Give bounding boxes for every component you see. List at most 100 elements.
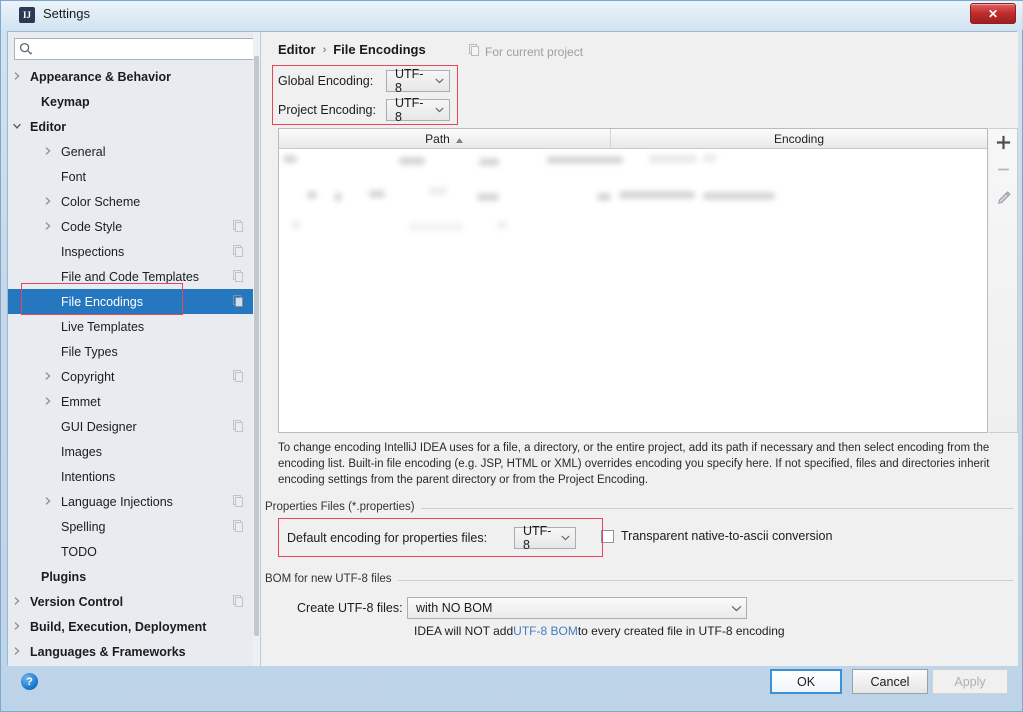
sidebar-item-copyright[interactable]: Copyright <box>8 364 254 389</box>
sidebar-item-keymap[interactable]: Keymap <box>8 89 254 114</box>
properties-section-divider <box>421 508 1013 509</box>
transparent-conversion-checkbox[interactable] <box>601 529 614 543</box>
properties-encoding-label: Default encoding for properties files: <box>287 531 488 545</box>
copy-icon <box>232 245 244 257</box>
sidebar-item-label: Version Control <box>30 594 124 609</box>
sidebar-item-emmet[interactable]: Emmet <box>8 389 254 414</box>
copy-icon <box>232 220 244 232</box>
chevron-right-icon[interactable] <box>12 596 24 608</box>
bom-section-divider <box>381 580 1013 581</box>
chevron-right-icon[interactable] <box>43 496 55 508</box>
column-header-encoding-label: Encoding <box>773 131 825 146</box>
sort-ascending-icon <box>455 134 464 143</box>
sidebar-item-label: File Encodings <box>61 294 143 309</box>
properties-encoding-dropdown[interactable]: UTF-8 <box>514 524 576 552</box>
global-encoding-dropdown[interactable]: UTF-8 <box>386 67 450 95</box>
sidebar-item-code-style[interactable]: Code Style <box>8 214 254 239</box>
sidebar-item-color-scheme[interactable]: Color Scheme <box>8 189 254 214</box>
title-bar: IJ Settings ✕ <box>1 1 1023 30</box>
properties-encoding-row: Default encoding for properties files: U… <box>287 524 576 552</box>
sidebar-item-label: File and Code Templates <box>61 269 200 284</box>
sidebar-item-file-and-code-templates[interactable]: File and Code Templates <box>8 264 254 289</box>
chevron-right-icon[interactable] <box>12 646 24 658</box>
bom-section-title: BOM for new UTF-8 files <box>265 573 398 585</box>
chevron-right-icon[interactable] <box>43 371 55 383</box>
project-encoding-label: Project Encoding: <box>278 103 376 117</box>
close-icon[interactable]: ✕ <box>970 3 1016 24</box>
sidebar-scrollbar-thumb[interactable] <box>254 56 259 636</box>
breadcrumb-root[interactable]: Editor <box>278 42 316 57</box>
settings-tree[interactable]: Appearance & Behavior Keymap Editor General… <box>8 64 254 666</box>
sidebar-item-spelling[interactable]: Spelling <box>8 514 254 539</box>
sidebar-item-intentions[interactable]: Intentions <box>8 464 254 489</box>
sidebar-item-font[interactable]: Font <box>8 164 254 189</box>
transparent-conversion-row[interactable]: Transparent native-to-ascii conversion <box>601 529 832 543</box>
encodings-table[interactable]: Path Encoding <box>278 128 988 433</box>
sidebar-item-build-execution-deployment[interactable]: Build, Execution, Deployment <box>8 614 254 639</box>
column-header-path-label: Path <box>425 131 450 146</box>
dialog-content: Appearance & Behavior Keymap Editor General… <box>7 31 1018 666</box>
sidebar-item-languages-frameworks[interactable]: Languages & Frameworks <box>8 639 254 664</box>
settings-sidebar: Appearance & Behavior Keymap Editor General… <box>8 32 261 666</box>
chevron-right-icon[interactable] <box>12 71 24 83</box>
help-icon[interactable]: ? <box>21 673 38 690</box>
chevron-right-icon[interactable] <box>12 621 24 633</box>
sidebar-item-label: Plugins <box>41 569 87 584</box>
search-box[interactable] <box>14 38 254 60</box>
sidebar-item-todo[interactable]: TODO <box>8 539 254 564</box>
sidebar-item-gui-designer[interactable]: GUI Designer <box>8 414 254 439</box>
sidebar-item-label: Emmet <box>61 394 101 409</box>
remove-path-button[interactable] <box>993 159 1014 180</box>
sidebar-item-file-types[interactable]: File Types <box>8 339 254 364</box>
bom-note: IDEA will NOT add UTF-8 BOM to every cre… <box>414 624 785 638</box>
sidebar-item-appearance-behavior[interactable]: Appearance & Behavior <box>8 64 254 89</box>
sidebar-item-version-control[interactable]: Version Control <box>8 589 254 614</box>
chevron-right-icon[interactable] <box>43 396 55 408</box>
project-encoding-value: UTF-8 <box>395 96 424 124</box>
sidebar-item-live-templates[interactable]: Live Templates <box>8 314 254 339</box>
utf8-bom-link[interactable]: UTF-8 BOM <box>513 624 578 638</box>
sidebar-item-label: Languages & Frameworks <box>30 644 186 659</box>
sidebar-item-label: Code Style <box>61 219 123 234</box>
bom-note-suffix: to every created file in UTF-8 encoding <box>577 624 785 638</box>
sidebar-item-label: Font <box>61 169 87 184</box>
sidebar-item-file-encodings[interactable]: File Encodings <box>8 289 254 314</box>
breadcrumb-leaf: File Encodings <box>333 42 426 57</box>
chevron-down-icon <box>434 75 445 87</box>
sidebar-scrollbar[interactable] <box>253 32 260 666</box>
chevron-right-icon[interactable] <box>43 146 55 158</box>
chevron-right-icon[interactable] <box>43 196 55 208</box>
sidebar-item-general[interactable]: General <box>8 139 254 164</box>
sidebar-item-label: General <box>61 144 106 159</box>
sidebar-item-editor[interactable]: Editor <box>8 114 254 139</box>
apply-button[interactable]: Apply <box>932 669 1008 694</box>
sidebar-item-label: Editor <box>30 119 67 134</box>
sidebar-item-language-injections[interactable]: Language Injections <box>8 489 254 514</box>
sidebar-item-label: Color Scheme <box>61 194 141 209</box>
sidebar-item-inspections[interactable]: Inspections <box>8 239 254 264</box>
ok-button[interactable]: OK <box>770 669 842 694</box>
cancel-button[interactable]: Cancel <box>852 669 928 694</box>
copy-icon <box>232 495 244 507</box>
properties-encoding-value: UTF-8 <box>523 524 552 552</box>
project-encoding-dropdown[interactable]: UTF-8 <box>386 96 450 124</box>
breadcrumb: Editor › File Encodings <box>278 42 426 57</box>
column-header-path[interactable]: Path <box>279 129 611 148</box>
sidebar-item-images[interactable]: Images <box>8 439 254 464</box>
sidebar-item-plugins[interactable]: Plugins <box>8 564 254 589</box>
dialog-button-bar: ? OK Cancel Apply <box>7 665 1017 707</box>
copy-icon <box>232 520 244 532</box>
add-path-button[interactable] <box>993 132 1014 153</box>
search-input[interactable] <box>14 38 254 60</box>
create-utf8-row: Create UTF-8 files: with NO BOM <box>297 597 747 619</box>
chevron-down-icon[interactable] <box>12 121 24 133</box>
table-header: Path Encoding <box>279 129 987 149</box>
chevron-right-icon[interactable] <box>43 221 55 233</box>
column-header-encoding[interactable]: Encoding <box>611 129 987 148</box>
edit-path-button[interactable] <box>993 187 1014 208</box>
create-utf8-dropdown[interactable]: with NO BOM <box>407 597 747 619</box>
sidebar-item-label: Build, Execution, Deployment <box>30 619 207 634</box>
copy-icon <box>232 270 244 282</box>
table-body[interactable] <box>279 149 987 432</box>
table-description: To change encoding IntelliJ IDEA uses fo… <box>278 442 990 486</box>
